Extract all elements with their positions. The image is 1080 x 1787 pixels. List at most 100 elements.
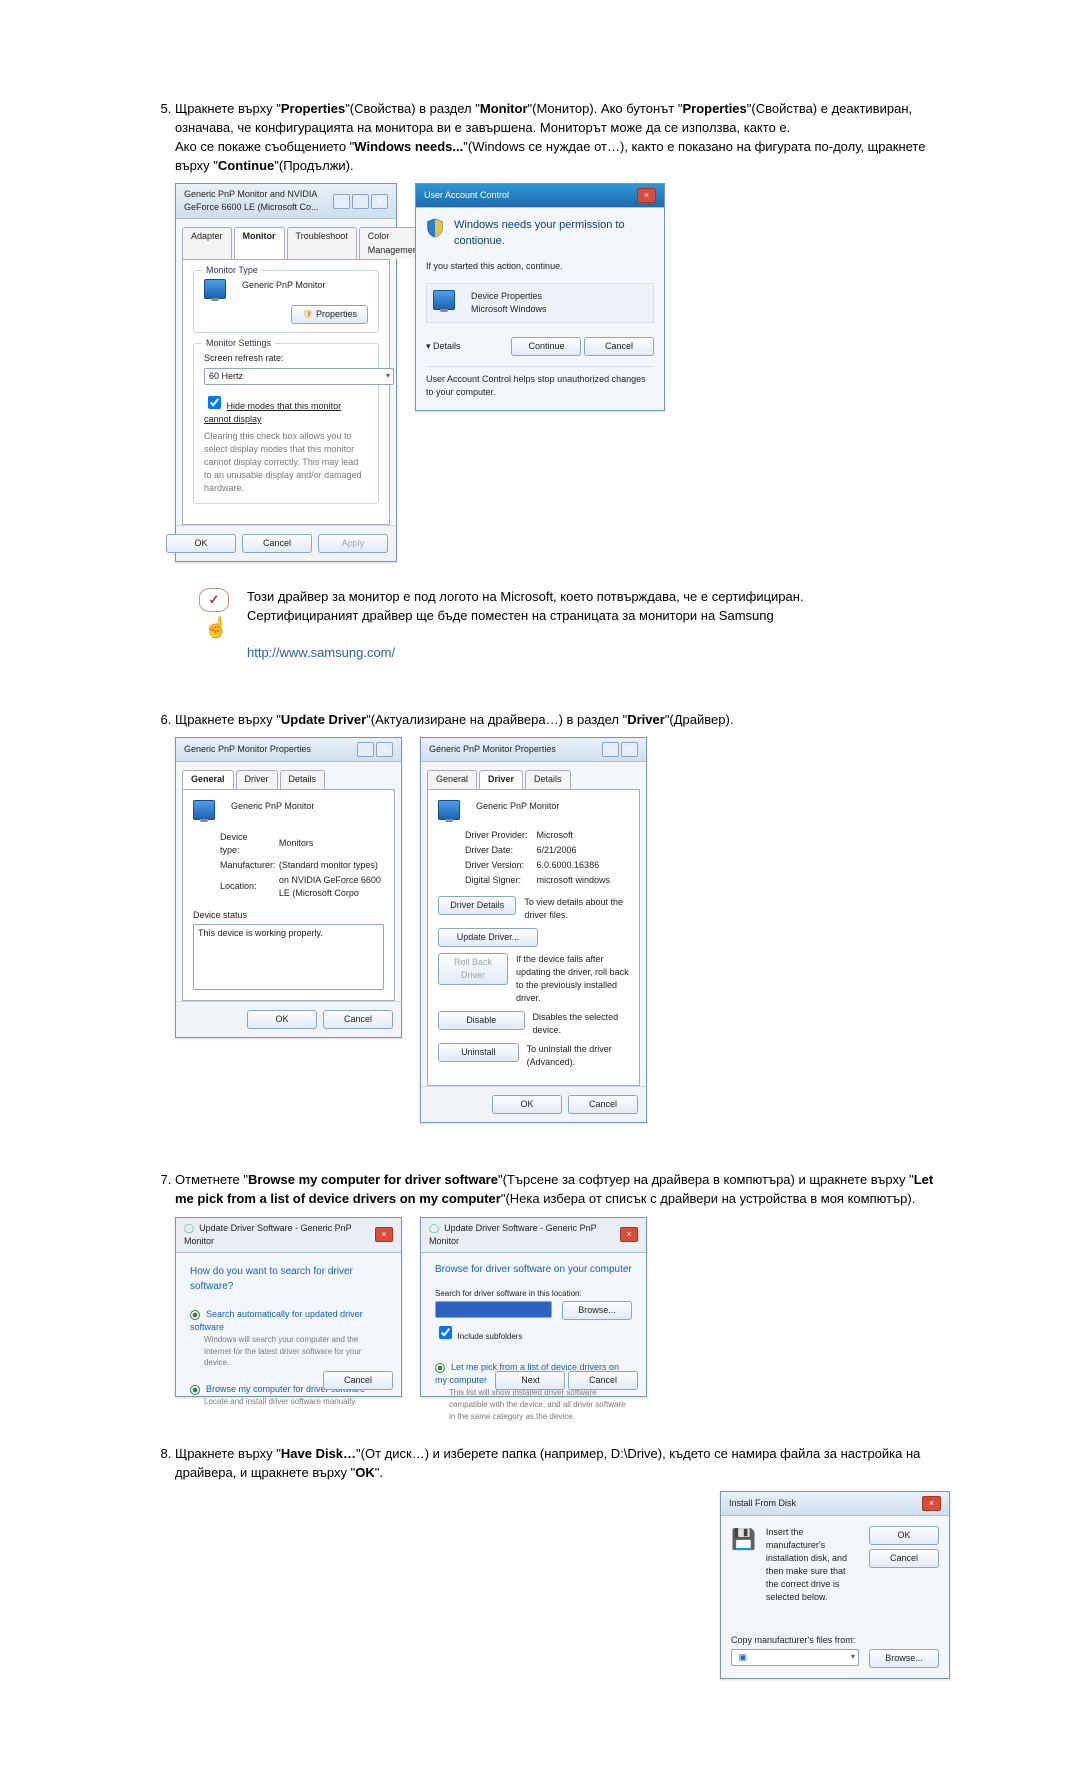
- refresh-select[interactable]: 60 Hertz: [204, 368, 394, 385]
- install-msg: Insert the manufacturer's installation d…: [766, 1526, 859, 1604]
- location-select[interactable]: [435, 1301, 552, 1318]
- copy-from-label: Copy manufacturer's files from:: [731, 1634, 939, 1647]
- tab-details[interactable]: Details: [280, 770, 326, 788]
- uac-publisher: Microsoft Windows: [471, 303, 547, 316]
- status-box: This device is working properly.: [193, 924, 384, 990]
- uac-device: Device Properties: [471, 290, 547, 303]
- step-5: Щракнете върху "Properties"(Свойства) в …: [175, 100, 950, 663]
- dialog-title: Generic PnP Monitor Properties: [184, 743, 311, 756]
- include-sub-label: Include subfolders: [458, 1332, 523, 1341]
- dialog-title: Update Driver Software - Generic PnP Mon…: [184, 1223, 352, 1246]
- wizard-heading: Browse for driver software on your compu…: [435, 1263, 632, 1278]
- close-icon[interactable]: ×: [922, 1496, 941, 1511]
- monitor-icon: [204, 279, 226, 299]
- close-icon[interactable]: ×: [375, 1227, 393, 1242]
- close-icon[interactable]: ×: [621, 742, 638, 757]
- continue-button[interactable]: Continue: [511, 337, 581, 356]
- dialog-device-general: Generic PnP Monitor Properties× General …: [175, 737, 402, 1037]
- dialog-update-wizard-search: ◯ Update Driver Software - Generic PnP M…: [175, 1217, 402, 1397]
- browse-button[interactable]: Browse...: [562, 1301, 632, 1320]
- dialog-device-driver: Generic PnP Monitor Properties× General …: [420, 737, 647, 1123]
- device-name: Generic PnP Monitor: [476, 800, 559, 813]
- close-icon[interactable]: ×: [620, 1227, 638, 1242]
- monitor-name: Generic PnP Monitor: [242, 279, 325, 292]
- cancel-button[interactable]: Cancel: [568, 1095, 638, 1114]
- group-monitor-settings: Monitor Settings: [202, 337, 275, 350]
- next-button[interactable]: Next: [495, 1371, 565, 1390]
- hide-modes-checkbox[interactable]: [208, 396, 221, 409]
- tab-general[interactable]: General: [182, 770, 234, 788]
- dialog-title: Install From Disk: [729, 1497, 796, 1510]
- monitor-icon: [438, 800, 460, 820]
- info-table: Driver Provider:Microsoft Driver Date:6/…: [464, 828, 611, 888]
- opt-search-auto[interactable]: Search automatically for updated driver …: [190, 1308, 387, 1334]
- dialog-install-from-disk: Install From Disk × 💾 Insert the manufact…: [720, 1491, 950, 1679]
- dialog-title: Update Driver Software - Generic PnP Mon…: [429, 1223, 597, 1246]
- close-icon[interactable]: ×: [637, 188, 656, 203]
- uac-started: If you started this action, continue.: [426, 260, 654, 273]
- opt-browse-desc: Locate and install driver software manua…: [204, 1396, 387, 1408]
- properties-button[interactable]: 🛡 Properties: [291, 305, 368, 324]
- maximize-icon[interactable]: [352, 194, 369, 209]
- uac-heading: Windows needs your permission to contion…: [454, 218, 654, 250]
- cancel-button[interactable]: Cancel: [568, 1371, 638, 1390]
- dialog-title: User Account Control: [424, 189, 509, 202]
- opt-pick-desc: This list will show installed driver sof…: [449, 1387, 632, 1422]
- disable-button[interactable]: Disable: [438, 1011, 525, 1030]
- tab-driver[interactable]: Driver: [479, 770, 523, 788]
- uninstall-button[interactable]: Uninstall: [438, 1043, 519, 1062]
- back-icon[interactable]: ◯: [184, 1223, 194, 1233]
- wizard-question: How do you want to search for driver sof…: [190, 1265, 387, 1294]
- step-7: Отметнете "Browse my computer for driver…: [175, 1171, 950, 1397]
- cancel-button[interactable]: Cancel: [584, 337, 654, 356]
- tab-troubleshoot[interactable]: Troubleshoot: [287, 227, 357, 258]
- hide-modes-desc: Clearing this check box allows you to se…: [204, 430, 368, 495]
- shield-icon: [426, 218, 444, 238]
- step7-text: Отметнете "Browse my computer for driver…: [175, 1172, 933, 1206]
- tab-adapter[interactable]: Adapter: [182, 227, 232, 258]
- tab-details[interactable]: Details: [525, 770, 571, 788]
- tab-general[interactable]: General: [427, 770, 477, 788]
- cancel-button[interactable]: Cancel: [242, 534, 312, 553]
- close-icon[interactable]: ×: [376, 742, 393, 757]
- step6-text: Щракнете върху "Update Driver"(Актуализи…: [175, 712, 733, 727]
- device-name: Generic PnP Monitor: [231, 800, 314, 813]
- step8-text: Щракнете върху "Have Disk…"(От диск…) и …: [175, 1446, 920, 1480]
- disk-icon: 💾: [731, 1526, 756, 1555]
- monitor-icon: [193, 800, 215, 820]
- dialog-title: Generic PnP Monitor and NVIDIA GeForce 6…: [184, 188, 333, 214]
- minimize-icon[interactable]: [333, 194, 350, 209]
- ok-button[interactable]: OK: [492, 1095, 562, 1114]
- ok-button[interactable]: OK: [166, 534, 236, 553]
- tab-monitor[interactable]: Monitor: [234, 227, 285, 258]
- dialog-update-wizard-browse: ◯ Update Driver Software - Generic PnP M…: [420, 1217, 647, 1397]
- status-label: Device status: [193, 909, 384, 922]
- location-label: Search for driver software in this locat…: [435, 1288, 632, 1300]
- rollback-button: Roll Back Driver: [438, 953, 508, 985]
- tabs: Adapter Monitor Troubleshoot Color Manag…: [182, 227, 390, 258]
- group-monitor-type: Monitor Type: [202, 264, 262, 277]
- hand-icon: ☝: [199, 614, 233, 643]
- uac-footer: User Account Control helps stop unauthor…: [426, 366, 654, 399]
- close-icon[interactable]: ×: [371, 194, 388, 209]
- samsung-link[interactable]: http://www.samsung.com/: [247, 645, 395, 660]
- include-sub-checkbox[interactable]: [439, 1326, 452, 1339]
- update-driver-button[interactable]: Update Driver...: [438, 928, 538, 947]
- details-toggle[interactable]: ▾ Details: [426, 340, 461, 353]
- tab-driver[interactable]: Driver: [236, 770, 278, 788]
- cancel-button[interactable]: Cancel: [869, 1549, 939, 1568]
- step-6: Щракнете върху "Update Driver"(Актуализи…: [175, 711, 950, 1124]
- driver-details-button[interactable]: Driver Details: [438, 896, 516, 915]
- certification-note: ✓ ☝ Този драйвер за монитор е под логото…: [199, 588, 950, 663]
- ok-button[interactable]: OK: [247, 1010, 317, 1029]
- cancel-button[interactable]: Cancel: [323, 1010, 393, 1029]
- opt-search-auto-desc: Windows will search your computer and th…: [204, 1334, 387, 1369]
- step-8: Щракнете върху "Have Disk…"(От диск…) и …: [175, 1445, 950, 1679]
- refresh-label: Screen refresh rate:: [204, 352, 368, 365]
- ok-button[interactable]: OK: [869, 1526, 939, 1545]
- browse-button[interactable]: Browse...: [869, 1649, 939, 1668]
- chevron-down-icon: ▾: [426, 341, 431, 351]
- cancel-button[interactable]: Cancel: [323, 1371, 393, 1390]
- back-icon[interactable]: ◯: [429, 1223, 439, 1233]
- checkmark-icon: ✓: [199, 588, 229, 612]
